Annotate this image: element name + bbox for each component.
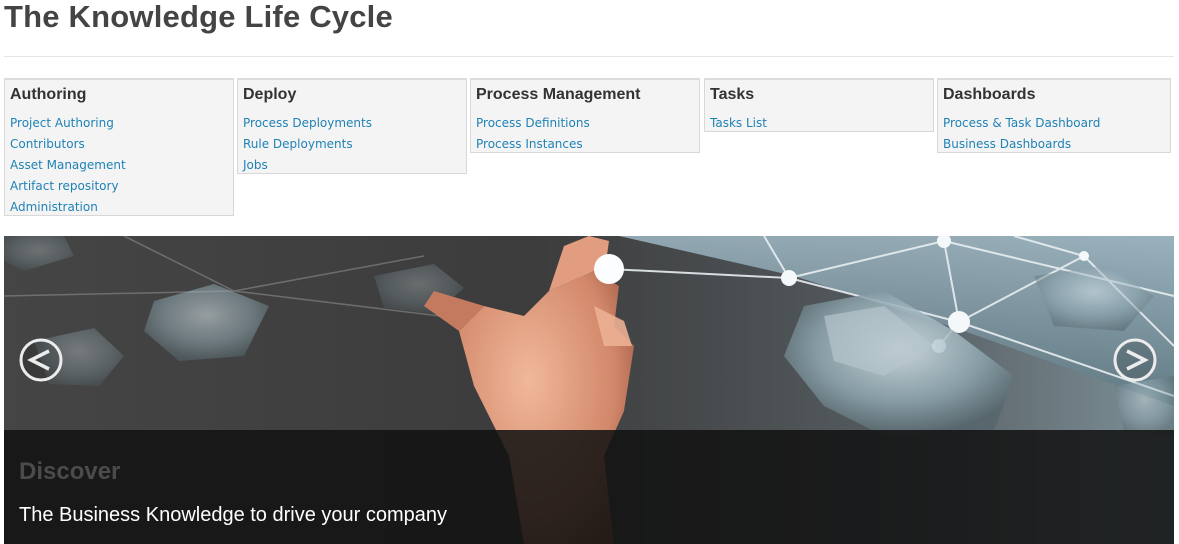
link-asset-management[interactable]: Asset Management bbox=[10, 158, 126, 172]
title-divider bbox=[4, 56, 1174, 57]
panel-process-management: Process Management Process Definitions P… bbox=[470, 78, 700, 153]
carousel-next-button[interactable] bbox=[1113, 338, 1157, 382]
panel-deploy: Deploy Process Deployments Rule Deployme… bbox=[237, 78, 467, 174]
link-process-deployments[interactable]: Process Deployments bbox=[243, 116, 372, 130]
panel-links-deploy: Process Deployments Rule Deployments Job… bbox=[243, 112, 461, 175]
panel-heading-dashboards: Dashboards bbox=[943, 86, 1036, 103]
link-process-definitions[interactable]: Process Definitions bbox=[476, 116, 590, 130]
panel-links-tasks: Tasks List bbox=[710, 112, 928, 133]
link-business-dashboards[interactable]: Business Dashboards bbox=[943, 137, 1071, 151]
carousel-caption-text: The Business Knowledge to drive your com… bbox=[19, 504, 448, 526]
link-administration[interactable]: Administration bbox=[10, 200, 98, 214]
panel-heading-authoring: Authoring bbox=[10, 86, 87, 103]
link-rule-deployments[interactable]: Rule Deployments bbox=[243, 137, 353, 151]
carousel: Discover The Business Knowledge to drive… bbox=[4, 236, 1174, 544]
link-process-task-dashboard[interactable]: Process & Task Dashboard bbox=[943, 116, 1100, 130]
panel-links-dashboards: Process & Task Dashboard Business Dashbo… bbox=[943, 112, 1165, 154]
panel-tasks: Tasks Tasks List bbox=[704, 78, 934, 132]
page-title: The Knowledge Life Cycle bbox=[4, 0, 393, 34]
link-project-authoring[interactable]: Project Authoring bbox=[10, 116, 114, 130]
link-process-instances[interactable]: Process Instances bbox=[476, 137, 583, 151]
panel-authoring: Authoring Project Authoring Contributors… bbox=[4, 78, 234, 216]
panel-heading-process-management: Process Management bbox=[476, 86, 641, 103]
carousel-caption-title: Discover bbox=[19, 458, 121, 485]
panel-heading-tasks: Tasks bbox=[710, 86, 755, 103]
link-contributors[interactable]: Contributors bbox=[10, 137, 85, 151]
link-jobs[interactable]: Jobs bbox=[243, 158, 268, 172]
panel-links-process-management: Process Definitions Process Instances bbox=[476, 112, 694, 154]
link-tasks-list[interactable]: Tasks List bbox=[710, 116, 767, 130]
circle-chevron-right-icon bbox=[1113, 338, 1157, 382]
panel-heading-deploy: Deploy bbox=[243, 86, 297, 103]
panel-links-authoring: Project Authoring Contributors Asset Man… bbox=[10, 112, 228, 217]
link-artifact-repository[interactable]: Artifact repository bbox=[10, 179, 119, 193]
carousel-caption: Discover The Business Knowledge to drive… bbox=[4, 430, 1174, 544]
circle-chevron-left-icon bbox=[19, 338, 63, 382]
panel-dashboards: Dashboards Process & Task Dashboard Busi… bbox=[937, 78, 1171, 153]
carousel-prev-button[interactable] bbox=[19, 338, 63, 382]
